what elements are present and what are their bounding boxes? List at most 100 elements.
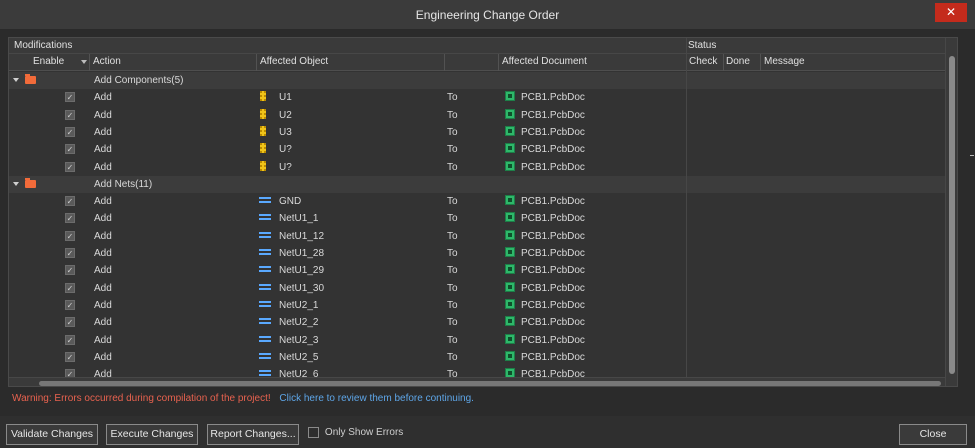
action-cell: Add <box>94 351 112 363</box>
affected-document-cell: PCB1.PcbDoc <box>521 109 585 121</box>
table-row[interactable]: ✓ Add NetU1_29 To PCB1.PcbDoc <box>9 262 945 279</box>
column-action[interactable]: Action <box>93 56 121 67</box>
affected-object-cell: U3 <box>279 126 292 138</box>
validate-changes-button[interactable]: Validate Changes <box>6 424 98 445</box>
change-order-grid: Modifications Status Enable Action Affec… <box>8 37 958 387</box>
component-icon <box>260 108 266 119</box>
affected-object-cell: NetU2_2 <box>279 317 319 329</box>
to-cell: To <box>447 334 458 346</box>
component-icon <box>260 143 266 154</box>
action-cell: Add <box>94 196 112 208</box>
window-title: Engineering Change Order <box>415 8 560 22</box>
affected-object-cell: NetU2_5 <box>279 351 319 363</box>
affected-document-cell: PCB1.PcbDoc <box>521 213 585 225</box>
enable-checkbox[interactable]: ✓ <box>65 230 75 241</box>
column-done[interactable]: Done <box>726 56 750 67</box>
report-changes-button[interactable]: Report Changes... <box>207 424 299 445</box>
pcb-document-icon <box>505 108 515 119</box>
table-row[interactable]: ✓ Add U? To PCB1.PcbDoc <box>9 159 945 176</box>
pcb-document-icon <box>505 212 515 223</box>
enable-checkbox[interactable]: ✓ <box>65 334 75 345</box>
affected-object-cell: NetU1_12 <box>279 230 325 242</box>
table-row[interactable]: ✓ Add U3 To PCB1.PcbDoc <box>9 124 945 141</box>
enable-checkbox[interactable]: ✓ <box>65 248 75 258</box>
to-cell: To <box>447 109 458 121</box>
pcb-document-icon <box>505 350 515 361</box>
group-label: Add Nets(11) <box>94 178 153 190</box>
folder-icon <box>25 74 36 84</box>
only-show-errors-checkbox[interactable] <box>308 426 319 438</box>
affected-document-cell: PCB1.PcbDoc <box>521 161 585 173</box>
vertical-scroll-thumb[interactable] <box>949 56 955 374</box>
column-message[interactable]: Message <box>764 56 805 67</box>
column-enable[interactable]: Enable <box>33 56 64 67</box>
pcb-document-icon <box>505 229 515 240</box>
enable-checkbox[interactable]: ✓ <box>65 299 75 310</box>
enable-checkbox[interactable]: ✓ <box>65 265 75 276</box>
enable-checkbox[interactable]: ✓ <box>65 213 75 224</box>
affected-document-cell: PCB1.PcbDoc <box>521 317 585 329</box>
pcb-document-icon <box>505 264 515 275</box>
table-row[interactable]: ✓ Add U2 To PCB1.PcbDoc <box>9 107 945 124</box>
net-icon <box>259 369 271 377</box>
execute-changes-button[interactable]: Execute Changes <box>106 424 198 445</box>
horizontal-scroll-thumb[interactable] <box>39 381 941 386</box>
action-cell: Add <box>94 334 112 346</box>
net-icon <box>259 231 271 239</box>
table-row[interactable]: ✓ Add NetU1_28 To PCB1.PcbDoc <box>9 245 945 262</box>
affected-object-cell: NetU2_3 <box>279 334 319 346</box>
sort-dropdown-icon[interactable] <box>81 60 87 64</box>
close-button[interactable]: Close <box>899 424 967 445</box>
table-row[interactable]: ✓ Add NetU1_12 To PCB1.PcbDoc <box>9 228 945 245</box>
table-row[interactable]: ✓ Add NetU2_5 To PCB1.PcbDoc <box>9 349 945 366</box>
to-cell: To <box>447 265 458 277</box>
group-row[interactable]: Add Components(5) <box>9 72 945 90</box>
column-check[interactable]: Check <box>689 56 717 67</box>
action-cell: Add <box>94 299 112 311</box>
table-row[interactable]: ✓ Add NetU1_1 To PCB1.PcbDoc <box>9 210 945 227</box>
table-row[interactable]: ✓ Add NetU2_2 To PCB1.PcbDoc <box>9 314 945 331</box>
to-cell: To <box>447 282 458 294</box>
vertical-scrollbar[interactable] <box>945 38 957 386</box>
only-show-errors-toggle[interactable]: Only Show Errors <box>308 426 403 440</box>
table-row[interactable]: ✓ Add NetU2_1 To PCB1.PcbDoc <box>9 297 945 314</box>
column-affected-document[interactable]: Affected Document <box>502 56 587 67</box>
net-icon <box>259 317 271 325</box>
enable-checkbox[interactable]: ✓ <box>65 351 75 362</box>
pcb-document-icon <box>505 316 515 327</box>
pcb-document-icon <box>505 160 515 171</box>
edge-marker <box>970 155 974 156</box>
affected-object-cell: NetU1_1 <box>279 213 319 225</box>
affected-object-cell: U1 <box>279 92 292 104</box>
table-row[interactable]: ✓ Add NetU2_3 To PCB1.PcbDoc <box>9 332 945 349</box>
to-cell: To <box>447 126 458 138</box>
net-icon <box>259 352 271 360</box>
table-row[interactable]: ✓ Add GND To PCB1.PcbDoc <box>9 193 945 210</box>
status-header: Status <box>688 40 717 51</box>
group-row[interactable]: Add Nets(11) <box>9 175 945 194</box>
enable-checkbox[interactable]: ✓ <box>65 92 75 103</box>
group-label: Add Components(5) <box>94 75 184 86</box>
column-affected-object[interactable]: Affected Object <box>260 56 328 67</box>
review-errors-link[interactable]: Click here to review them before continu… <box>279 393 474 404</box>
window-close-button[interactable]: ✕ <box>935 3 967 22</box>
table-row[interactable]: ✓ Add NetU1_30 To PCB1.PcbDoc <box>9 280 945 297</box>
action-cell: Add <box>94 230 112 242</box>
column-header-row: Enable Action Affected Object Affected D… <box>9 54 945 71</box>
collapse-icon[interactable] <box>13 78 19 82</box>
table-row[interactable]: ✓ Add U1 To PCB1.PcbDoc <box>9 89 945 106</box>
enable-checkbox[interactable]: ✓ <box>65 282 75 293</box>
enable-checkbox[interactable]: ✓ <box>65 144 75 155</box>
enable-checkbox[interactable]: ✓ <box>65 196 75 207</box>
to-cell: To <box>447 161 458 173</box>
action-cell: Add <box>94 144 112 156</box>
enable-checkbox[interactable]: ✓ <box>65 317 75 328</box>
table-row[interactable]: ✓ Add U? To PCB1.PcbDoc <box>9 141 945 158</box>
enable-checkbox[interactable]: ✓ <box>65 126 75 137</box>
collapse-icon[interactable] <box>13 181 19 186</box>
enable-checkbox[interactable]: ✓ <box>65 161 75 172</box>
enable-checkbox[interactable]: ✓ <box>65 109 75 120</box>
net-icon <box>259 248 271 256</box>
affected-document-cell: PCB1.PcbDoc <box>521 126 585 138</box>
horizontal-scrollbar[interactable] <box>9 377 945 386</box>
